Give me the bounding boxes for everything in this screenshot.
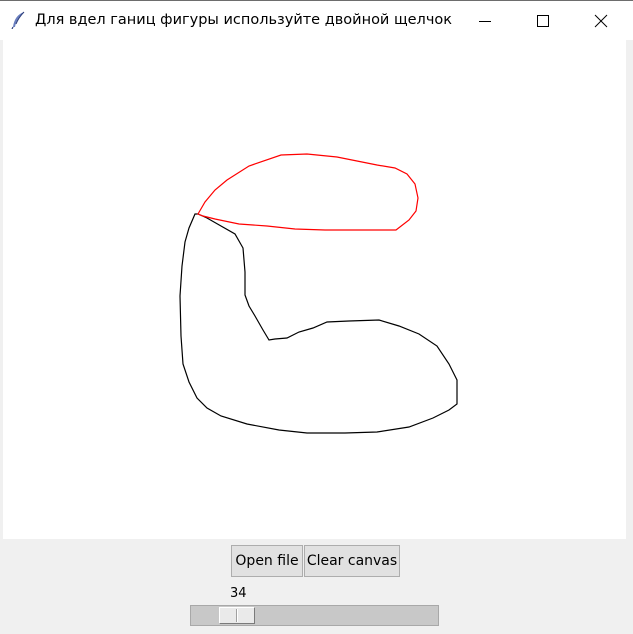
- drawing-canvas[interactable]: [3, 40, 626, 539]
- slider-groove: [236, 609, 238, 622]
- open-file-button[interactable]: Open file: [231, 545, 303, 577]
- scale-value-label: 34: [230, 586, 247, 601]
- clear-canvas-button[interactable]: Clear canvas: [304, 545, 400, 577]
- close-icon: [594, 14, 608, 28]
- scale-slider-handle[interactable]: [219, 607, 255, 624]
- outline-red: [197, 153, 419, 231]
- title-bar[interactable]: Для вдел ганиц фигуры используйте двойно…: [0, 0, 633, 40]
- close-button[interactable]: [572, 1, 630, 41]
- minimize-button[interactable]: [456, 1, 514, 41]
- window-title: Для вдел ганиц фигуры используйте двойно…: [35, 12, 453, 28]
- scale-trough[interactable]: [190, 605, 439, 626]
- feather-icon: [10, 11, 28, 30]
- minimize-icon: [479, 21, 491, 22]
- maximize-icon: [537, 15, 549, 27]
- maximize-button[interactable]: [514, 1, 572, 41]
- outline-black: [179, 213, 458, 434]
